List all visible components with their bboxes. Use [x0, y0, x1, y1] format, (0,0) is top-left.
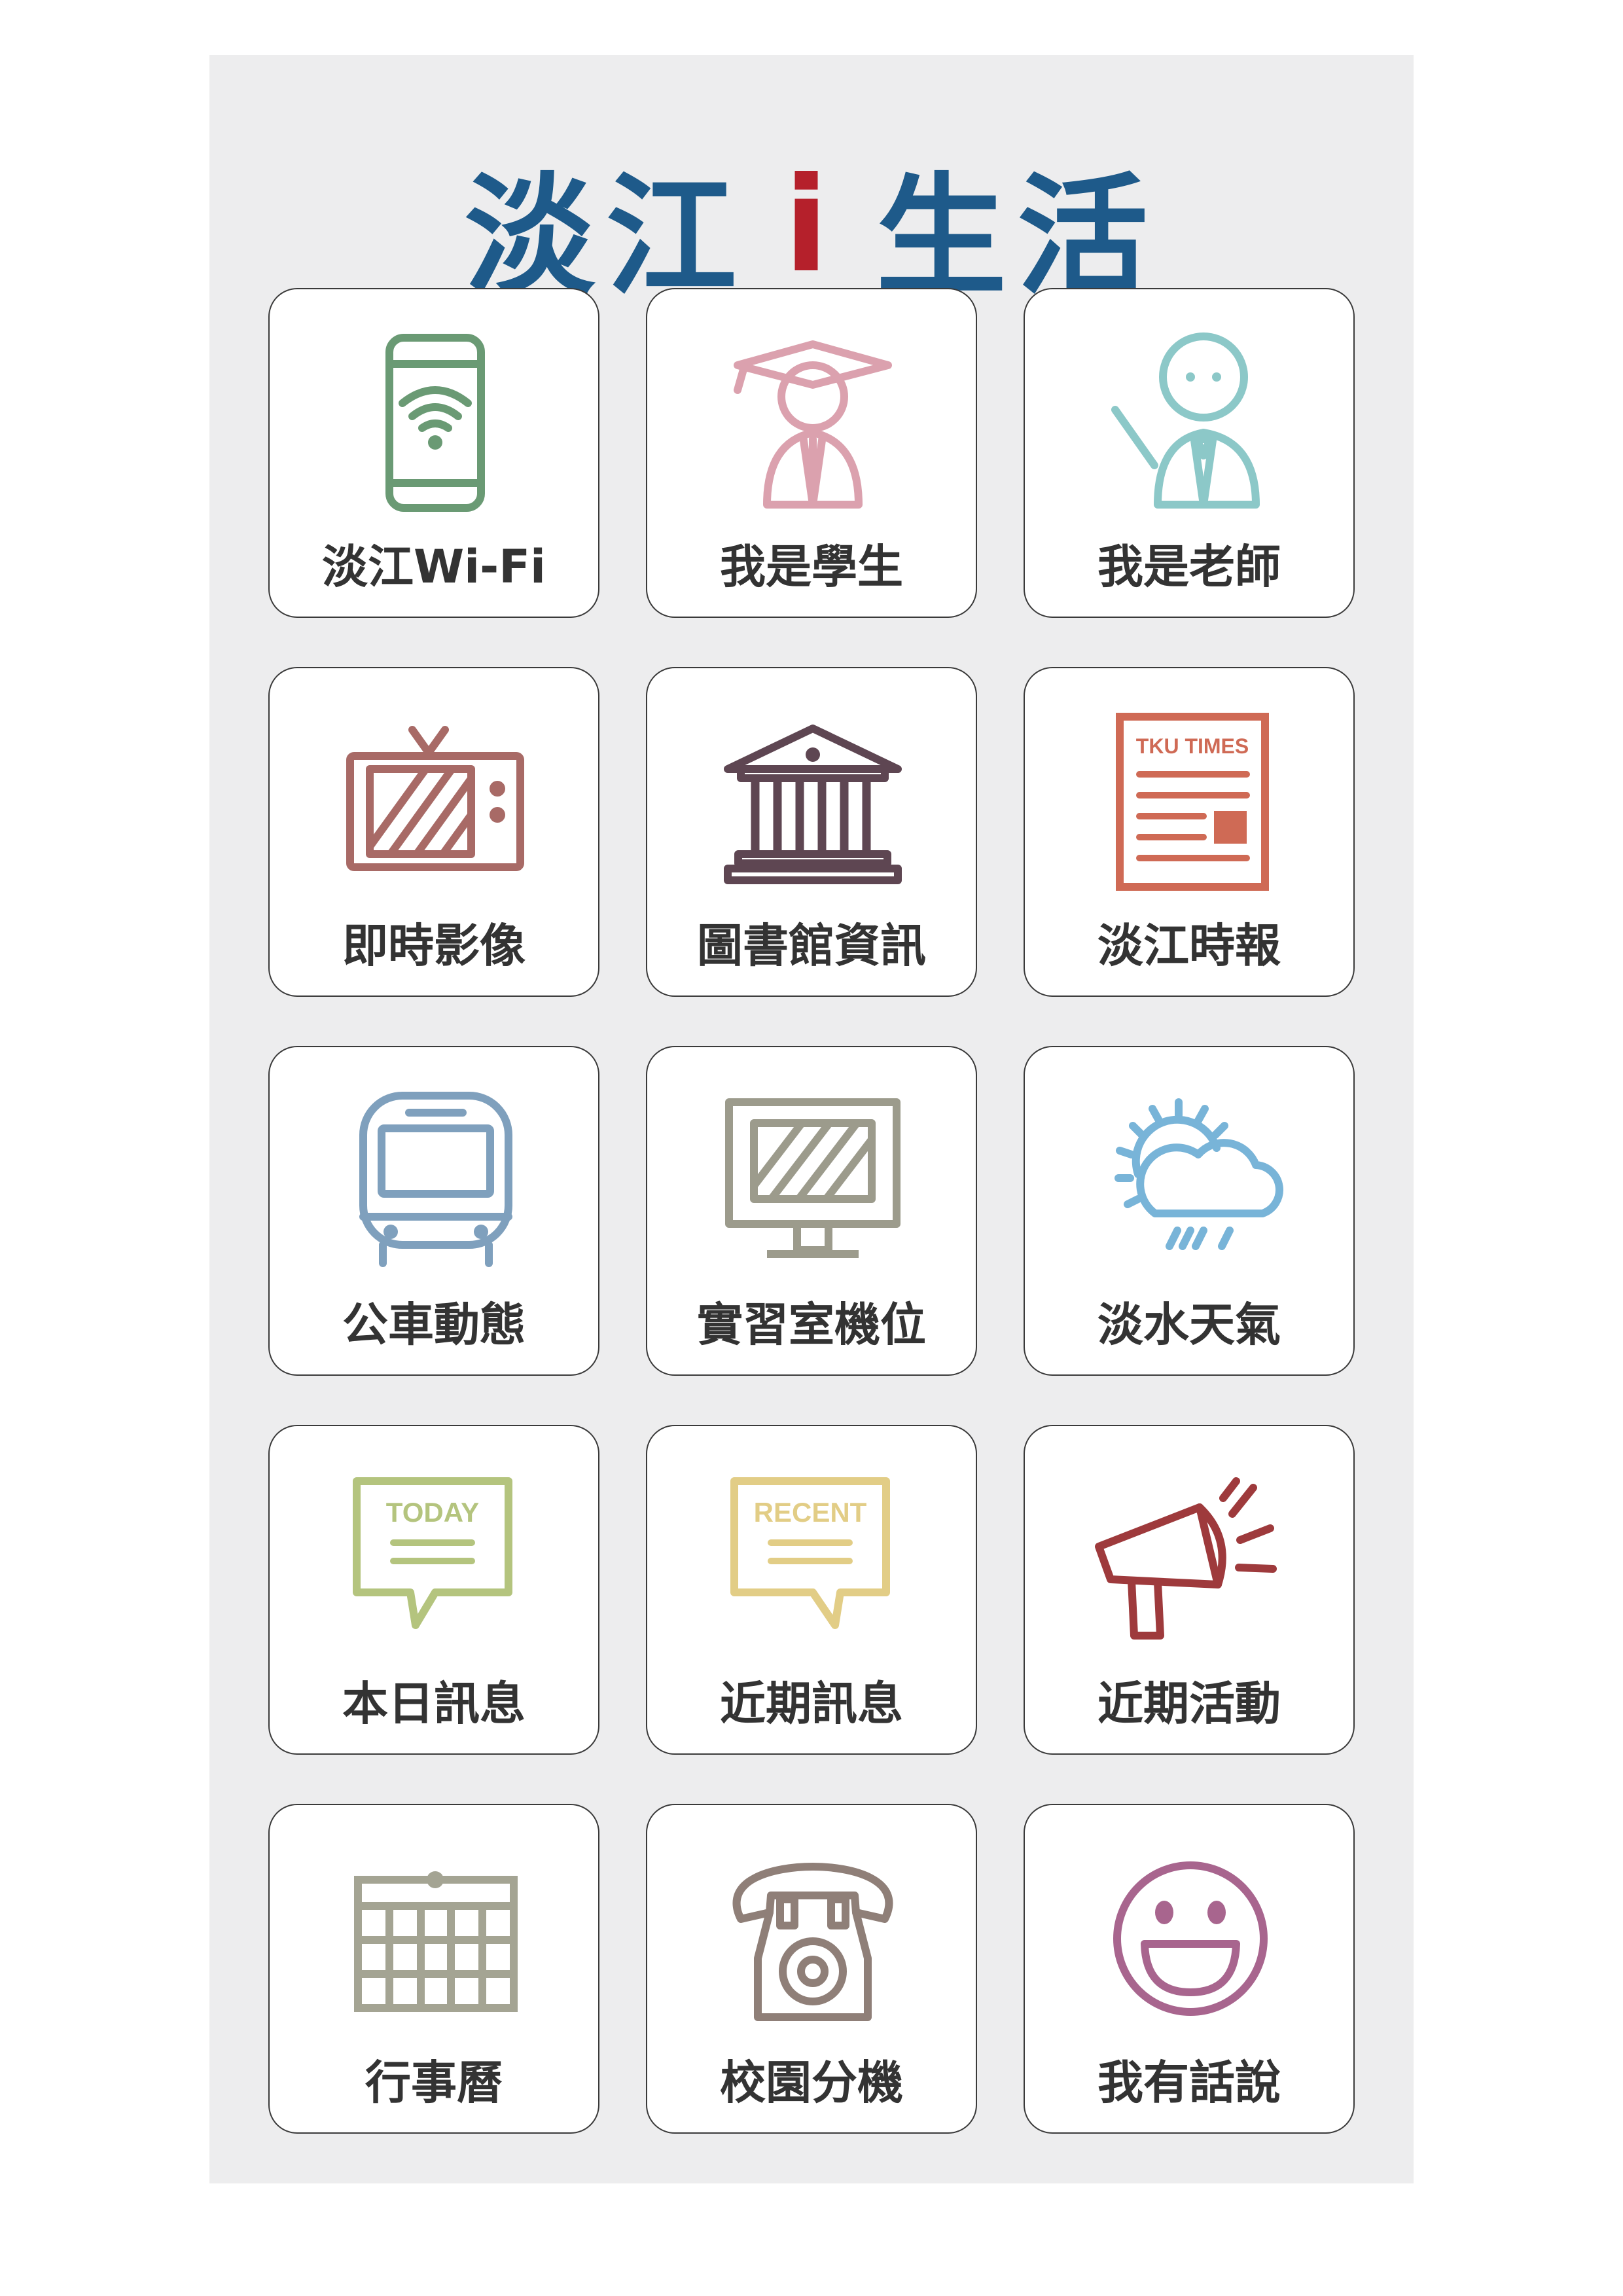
- tile-feedback[interactable]: 我有話說: [1024, 1804, 1355, 2134]
- tile-tku-times[interactable]: TKU TIMES 淡江時報: [1024, 667, 1355, 997]
- tile-lab-seats[interactable]: 實習室機位: [646, 1046, 977, 1376]
- tile-events[interactable]: 近期活動: [1024, 1425, 1355, 1755]
- tile-label: 行事曆: [365, 2056, 503, 2109]
- today-message-icon: TODAY: [337, 1462, 533, 1658]
- tile-label: 公車動態: [342, 1298, 526, 1352]
- tile-label: 近期訊息: [720, 1677, 903, 1731]
- recent-message-icon: RECENT: [715, 1462, 911, 1658]
- app-title: 淡江 i 生活: [209, 149, 1414, 314]
- tile-weather[interactable]: 淡水天氣: [1024, 1046, 1355, 1376]
- tile-label: 淡江時報: [1097, 919, 1281, 973]
- tile-recent-news[interactable]: RECENT 近期訊息: [646, 1425, 977, 1755]
- tile-today-news[interactable]: TODAY 本日訊息: [268, 1425, 599, 1755]
- tile-label: 近期活動: [1097, 1677, 1281, 1731]
- computer-monitor-icon: [715, 1083, 911, 1279]
- title-i: i: [783, 149, 840, 302]
- tile-label: 實習室機位: [697, 1298, 926, 1352]
- tile-live-video[interactable]: 即時影像: [268, 667, 599, 997]
- smiley-icon: [1092, 1840, 1289, 2037]
- tile-library[interactable]: 圖書館資訊: [646, 667, 977, 997]
- today-text: TODAY: [386, 1497, 479, 1528]
- tile-teacher[interactable]: 我是老師: [1024, 288, 1355, 618]
- recent-text: RECENT: [754, 1497, 867, 1528]
- wifi-phone-icon: [337, 325, 533, 521]
- tile-label: 我有話說: [1097, 2056, 1281, 2109]
- teacher-icon: [1092, 325, 1289, 521]
- tile-label: 即時影像: [342, 919, 526, 973]
- tile-label: 我是學生: [720, 540, 903, 594]
- television-icon: [337, 704, 533, 900]
- bus-icon: [337, 1083, 533, 1279]
- tile-label: 淡江Wi-Fi: [321, 540, 546, 594]
- library-building-icon: [715, 704, 911, 900]
- tile-wifi[interactable]: 淡江Wi-Fi: [268, 288, 599, 618]
- tile-label: 本日訊息: [342, 1677, 526, 1731]
- graduate-student-icon: [715, 325, 911, 521]
- tile-label: 圖書館資訊: [697, 919, 926, 973]
- tile-extensions[interactable]: 校園分機: [646, 1804, 977, 2134]
- tile-calendar[interactable]: 行事曆: [268, 1804, 599, 2134]
- main-panel: 淡江 i 生活 淡江Wi-Fi 我是學生 我是老師 即時影像 圖書館資訊 TKU…: [209, 55, 1414, 2183]
- newspaper-title-text: TKU TIMES: [1136, 734, 1249, 758]
- tile-label: 校園分機: [720, 2056, 903, 2109]
- newspaper-icon: TKU TIMES: [1092, 704, 1289, 900]
- tile-label: 淡水天氣: [1097, 1298, 1281, 1352]
- weather-icon: [1092, 1083, 1289, 1279]
- tile-student[interactable]: 我是學生: [646, 288, 977, 618]
- tile-label: 我是老師: [1097, 540, 1281, 594]
- calendar-icon: [337, 1840, 533, 2037]
- megaphone-icon: [1092, 1462, 1289, 1658]
- telephone-icon: [715, 1840, 911, 2037]
- tile-bus[interactable]: 公車動態: [268, 1046, 599, 1376]
